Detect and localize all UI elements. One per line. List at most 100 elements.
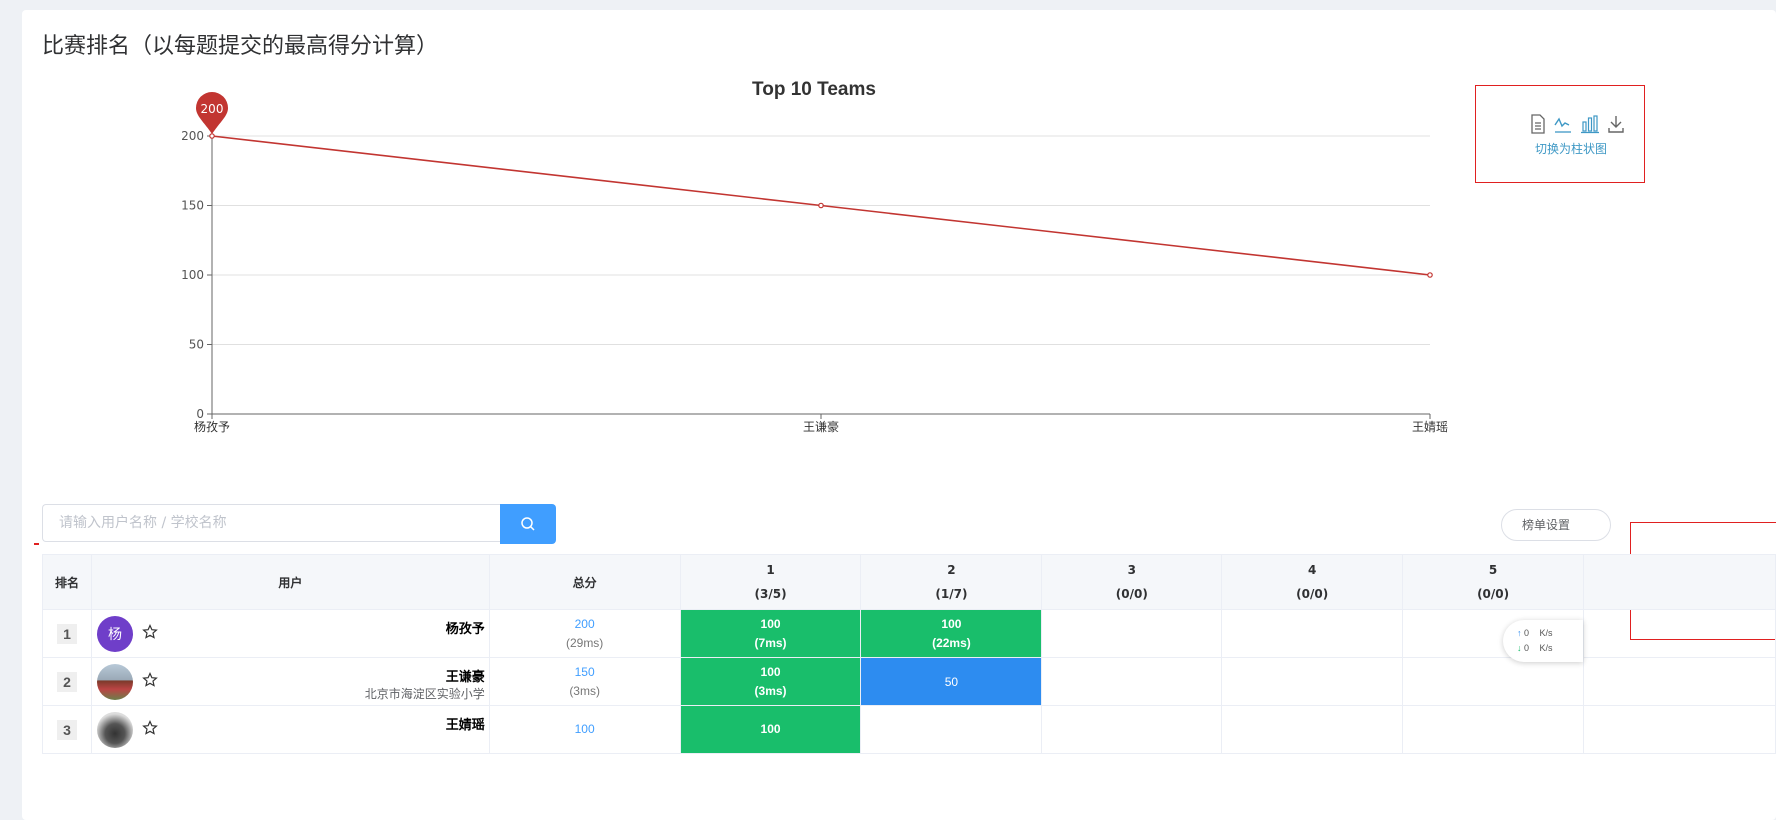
upload-value: 0	[1524, 628, 1530, 638]
top-teams-line-chart: Top 10 Teams 0 50 100 150 200 杨孜予 王谦豪 王婧瑶 200	[181, 79, 1448, 434]
rank-badge: 2	[56, 671, 77, 692]
problem-header[interactable]: 4 (0/0)	[1221, 554, 1404, 610]
problem-cell	[1221, 609, 1404, 658]
star-icon[interactable]	[142, 720, 158, 736]
rank-badge: 3	[56, 719, 77, 740]
avatar[interactable]	[96, 664, 133, 700]
search-icon	[521, 517, 535, 531]
rank-cell: 3	[42, 705, 92, 754]
search-bar	[42, 504, 556, 544]
y-tick-label: 150	[181, 199, 204, 213]
avatar[interactable]: 杨	[96, 616, 133, 652]
total-time: (29ms)	[565, 635, 604, 650]
problem-stat: (0/0)	[1477, 587, 1510, 601]
y-tick-label: 200	[181, 129, 204, 143]
upload-unit: K/s	[1539, 628, 1553, 638]
data-point	[1427, 272, 1433, 278]
board-settings-button[interactable]: 榜单设置	[1501, 509, 1611, 541]
problem-stat: (3/5)	[754, 587, 787, 601]
extra-cell	[1583, 705, 1776, 754]
total-score[interactable]: 100	[490, 720, 680, 739]
rank-header: 排名	[42, 554, 92, 610]
problem-cell	[1041, 705, 1223, 754]
user-name[interactable]: 王谦豪	[446, 666, 485, 685]
data-point	[209, 133, 215, 139]
chart-title: Top 10 Teams	[752, 79, 876, 100]
cell-score: 100	[760, 722, 781, 736]
data-point	[818, 202, 824, 209]
star-icon[interactable]	[142, 624, 158, 640]
highlight-box-toolbox	[1475, 85, 1645, 183]
table-row: 2 王谦豪 北京市海淀区实验小学 150 (3ms) 100 (3ms) 50	[42, 657, 1776, 706]
total-cell: 150 (3ms)	[488, 657, 681, 706]
problem-stat: (1/7)	[935, 587, 968, 601]
problem-header[interactable]: 2 (1/7)	[860, 554, 1043, 610]
total-score[interactable]: 150	[490, 663, 680, 682]
problem-cell[interactable]: 100 (22ms)	[860, 609, 1043, 658]
problem-cell	[1041, 609, 1223, 658]
y-tick-label: 0	[196, 407, 204, 421]
page-title: 比赛排名（以每题提交的最高得分计算）	[42, 34, 439, 59]
problem-cell[interactable]: 100	[679, 705, 862, 754]
download-speed: ↓ 0 K/s	[1517, 643, 1553, 653]
problem-cell	[1221, 657, 1404, 706]
total-cell: 200 (29ms)	[488, 609, 681, 658]
x-tick-label: 王谦豪	[803, 419, 839, 434]
extra-cell	[1583, 609, 1776, 658]
user-school: 北京市海淀区实验小学	[364, 687, 485, 701]
user-cell: 杨 杨孜予	[90, 609, 490, 658]
cell-time: (7ms)	[754, 635, 787, 650]
arrow-down-icon: ↓	[1517, 643, 1522, 653]
cell-time: (3ms)	[754, 683, 787, 698]
problem-cell[interactable]: 50	[860, 657, 1043, 706]
search-button[interactable]	[500, 504, 556, 544]
user-name[interactable]: 杨孜予	[446, 618, 485, 637]
rank-cell: 2	[42, 657, 92, 706]
problem-id: 5	[1488, 563, 1498, 577]
user-name[interactable]: 王婧瑶	[446, 714, 485, 733]
y-tick-label: 50	[189, 338, 204, 352]
table-row: 3 王婧瑶 100 100	[42, 705, 1776, 754]
total-score[interactable]: 200	[490, 615, 680, 634]
problem-cell	[1402, 705, 1585, 754]
cell-score: 100	[760, 616, 781, 631]
download-unit: K/s	[1539, 643, 1553, 653]
cell-score: 100	[760, 664, 781, 679]
star-icon[interactable]	[142, 672, 158, 688]
user-cell: 王婧瑶	[90, 705, 490, 754]
red-mark	[34, 543, 39, 545]
table-header-row: 排名 用户 总分 1 (3/5) 2 (1/7) 3 (0/0) 4 (0/0) 5 (0…	[42, 554, 1776, 610]
total-time: (3ms)	[569, 683, 600, 698]
search-input[interactable]	[42, 504, 500, 542]
user-cell: 王谦豪 北京市海淀区实验小学	[90, 657, 490, 706]
problem-cell[interactable]: 100 (3ms)	[679, 657, 862, 706]
x-tick-label: 王婧瑶	[1412, 419, 1448, 434]
download-value: 0	[1524, 643, 1530, 653]
problem-id: 4	[1308, 563, 1317, 577]
problem-cell	[1402, 657, 1585, 706]
network-speed-widget[interactable]: ↑ 0 K/s ↓ 0 K/s	[1503, 620, 1583, 662]
problem-cell	[1041, 657, 1223, 706]
problem-stat: (0/0)	[1296, 587, 1329, 601]
problem-header[interactable]: 3 (0/0)	[1041, 554, 1223, 610]
cell-score: 50	[944, 674, 959, 689]
y-tick-label: 100	[181, 268, 204, 282]
problem-cell[interactable]: 100 (7ms)	[679, 609, 862, 658]
total-cell: 100	[488, 705, 681, 754]
problem-id: 1	[766, 563, 775, 577]
extra-header	[1583, 554, 1776, 610]
problem-cell	[1221, 705, 1404, 754]
problem-id: 3	[1127, 563, 1136, 577]
x-tick-label: 杨孜予	[194, 419, 230, 434]
problem-id: 2	[947, 563, 956, 577]
problem-header[interactable]: 1 (3/5)	[679, 554, 862, 610]
problem-header[interactable]: 5 (0/0)	[1402, 554, 1585, 610]
rank-cell: 1	[42, 609, 92, 658]
markpoint-label: 200	[201, 102, 224, 116]
ranking-table: 排名 用户 总分 1 (3/5) 2 (1/7) 3 (0/0) 4 (0/0) 5 (0…	[42, 554, 1776, 820]
cell-score: 100	[941, 616, 962, 631]
total-header: 总分	[488, 554, 681, 610]
rank-badge: 1	[56, 623, 77, 644]
avatar[interactable]	[96, 712, 133, 748]
problem-cell	[860, 705, 1043, 754]
